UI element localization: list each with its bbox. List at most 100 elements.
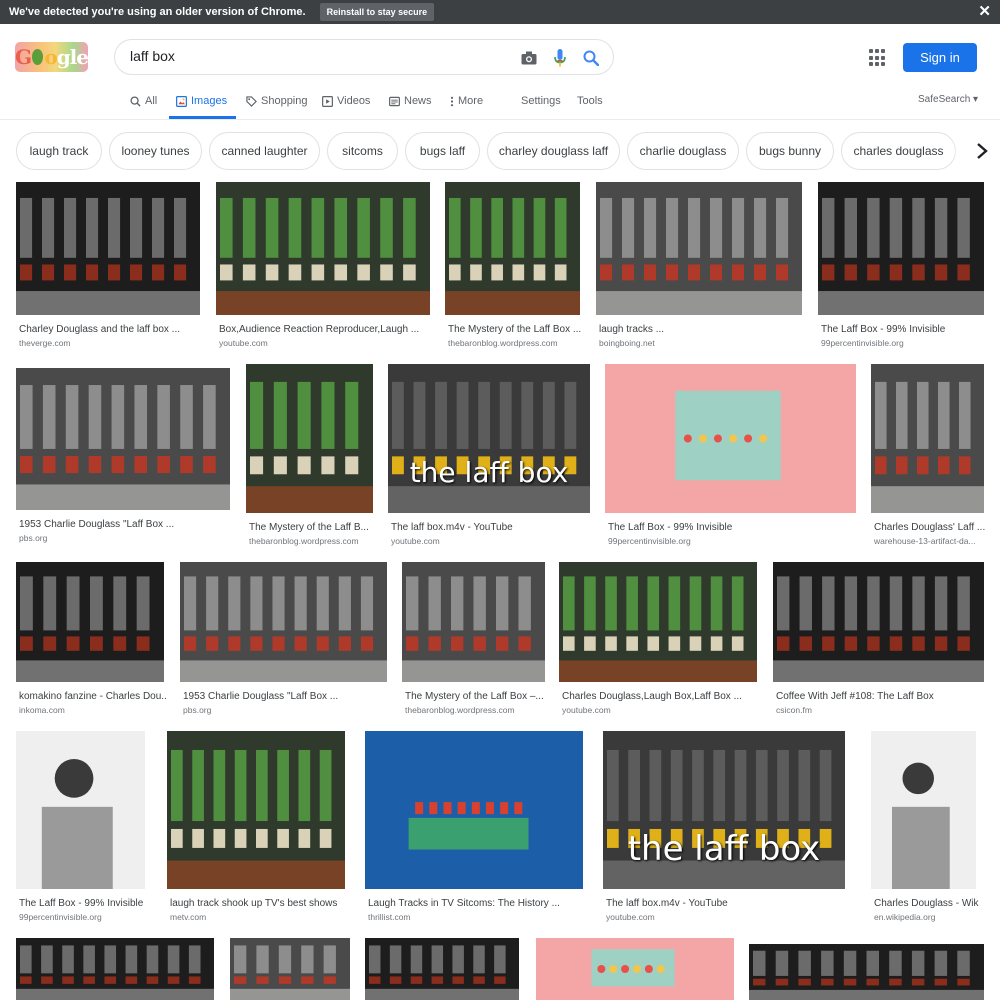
search-icon[interactable] [580,47,602,69]
result-title[interactable]: 1953 Charlie Douglass "Laff Box ... [183,691,390,702]
result-source[interactable]: csicon.fm [776,705,987,715]
result-title[interactable]: Charles Douglass,Laugh Box,Laff Box ... [562,691,760,702]
result-source[interactable]: inkoma.com [19,705,167,715]
more-vert-icon [450,96,454,106]
tab-more[interactable]: More [450,94,483,108]
result-title[interactable]: The laff box.m4v - YouTube [606,898,848,909]
search-icon [130,95,141,107]
result-title[interactable]: Charles Douglass - Wikip... [874,898,979,909]
banner-message: We've detected you're using an older ver… [9,6,306,18]
safesearch-dropdown[interactable]: SafeSearch ▾ [918,94,978,105]
result-image[interactable] [402,562,545,682]
result-source[interactable]: 99percentinvisible.org [821,338,987,348]
result-title[interactable]: The laff box.m4v - YouTube [391,522,593,533]
result-title[interactable]: laugh track shook up TV's best shows [170,898,348,909]
result-image[interactable] [559,562,757,682]
result-title[interactable]: The Mystery of the Laff Box –... [405,691,548,702]
result-source[interactable]: 99percentinvisible.org [19,912,148,922]
result-image[interactable] [445,182,580,315]
chip-charles-douglass[interactable]: charles douglass [841,132,956,170]
result-source[interactable]: theverge.com [19,338,203,348]
chip-bugs-laff[interactable]: bugs laff [405,132,480,170]
chip-charlie-douglass[interactable]: charlie douglass [627,132,739,170]
result-source[interactable]: en.wikipedia.org [874,912,979,922]
result-source[interactable]: warehouse-13-artifact-da... [874,536,987,546]
result-source[interactable]: thebaronblog.wordpress.com [405,705,548,715]
result-source[interactable]: pbs.org [19,533,233,543]
result-image[interactable] [16,562,164,682]
result-image[interactable] [16,368,230,510]
tab-all[interactable]: All [130,94,157,108]
result-source[interactable]: pbs.org [183,705,390,715]
reinstall-button[interactable]: Reinstall to stay secure [319,3,435,21]
result-image[interactable] [871,364,984,513]
result-source[interactable]: youtube.com [219,338,433,348]
result-title[interactable]: The Laff Box - 99% Invisible [608,522,859,533]
result-image[interactable] [818,182,984,315]
result-image[interactable] [167,731,345,889]
result-source[interactable]: boingboing.net [599,338,805,348]
result-title[interactable]: komakino fanzine - Charles Dou... [19,691,167,702]
result-title[interactable]: Box,Audience Reaction Reproducer,Laugh .… [219,324,433,335]
result-source[interactable]: youtube.com [562,705,760,715]
search-box[interactable] [114,39,614,75]
result-title[interactable]: The Mystery of the Laff Box ... [448,324,583,335]
result-image[interactable] [365,731,583,889]
result-image[interactable] [216,182,430,315]
result-image[interactable] [536,938,734,1000]
result-title[interactable]: Laugh Tracks in TV Sitcoms: The History … [368,898,586,909]
chip-bugs-bunny[interactable]: bugs bunny [746,132,834,170]
tab-tools[interactable]: Tools [577,94,603,108]
tab-shopping[interactable]: Shopping [246,94,308,108]
chevron-right-icon[interactable] [964,130,1000,172]
result-title[interactable]: The Laff Box - 99% Invisible [19,898,148,909]
result-source[interactable]: youtube.com [391,536,593,546]
result-title[interactable]: 1953 Charlie Douglass "Laff Box ... [19,519,233,530]
result-image[interactable] [246,364,373,513]
chip-charley-douglass-laff[interactable]: charley douglass laff [487,132,620,170]
microphone-icon[interactable] [549,47,571,69]
result-image[interactable] [605,364,856,513]
result-title[interactable]: Charley Douglass and the laff box ... [19,324,203,335]
result-source[interactable]: 99percentinvisible.org [608,536,859,546]
result-source[interactable]: thebaronblog.wordpress.com [249,536,376,546]
result-image[interactable] [16,731,145,889]
result-image[interactable] [180,562,387,682]
tab-videos[interactable]: Videos [322,94,370,108]
result-image[interactable] [365,938,519,1000]
chip-canned-laughter[interactable]: canned laughter [209,132,320,170]
close-icon[interactable]: ✕ [978,3,991,21]
result-source[interactable]: metv.com [170,912,348,922]
apps-grid-icon[interactable] [869,49,887,67]
tab-settings[interactable]: Settings [521,94,561,108]
result-source[interactable]: youtube.com [606,912,848,922]
result-title[interactable]: laugh tracks ... [599,324,805,335]
result-title[interactable]: The Mystery of the Laff B... [249,522,376,533]
search-input[interactable] [130,48,500,64]
newspaper-icon [389,96,400,106]
chip-looney-tunes[interactable]: looney tunes [109,132,202,170]
tab-images[interactable]: Images [176,94,227,108]
result-image[interactable] [230,938,350,1000]
result-image[interactable] [16,938,214,1000]
result-source[interactable]: thebaronblog.wordpress.com [448,338,583,348]
video-title-overlay: the laff box [627,828,821,869]
result-image[interactable] [596,182,802,315]
search-tabs: All Images Shopping Videos News More Set… [0,88,1000,120]
result-image[interactable] [773,562,984,682]
result-source[interactable]: thrillist.com [368,912,586,922]
result-image[interactable] [16,182,200,315]
result-image[interactable] [871,731,976,889]
result-title[interactable]: Charles Douglass' Laff ... [874,522,987,533]
tab-news[interactable]: News [389,94,432,108]
result-title[interactable]: Coffee With Jeff #108: The Laff Box [776,691,987,702]
camera-icon[interactable] [518,47,540,69]
result-image[interactable]: the laff box [388,364,590,513]
chip-sitcoms[interactable]: sitcoms [327,132,398,170]
chip-laugh-track[interactable]: laugh track [16,132,102,170]
google-doodle-logo[interactable]: Go gle [15,42,89,72]
result-image[interactable] [749,944,984,1000]
result-image[interactable]: the laff box [603,731,845,889]
sign-in-button[interactable]: Sign in [903,43,977,72]
result-title[interactable]: The Laff Box - 99% Invisible [821,324,987,335]
